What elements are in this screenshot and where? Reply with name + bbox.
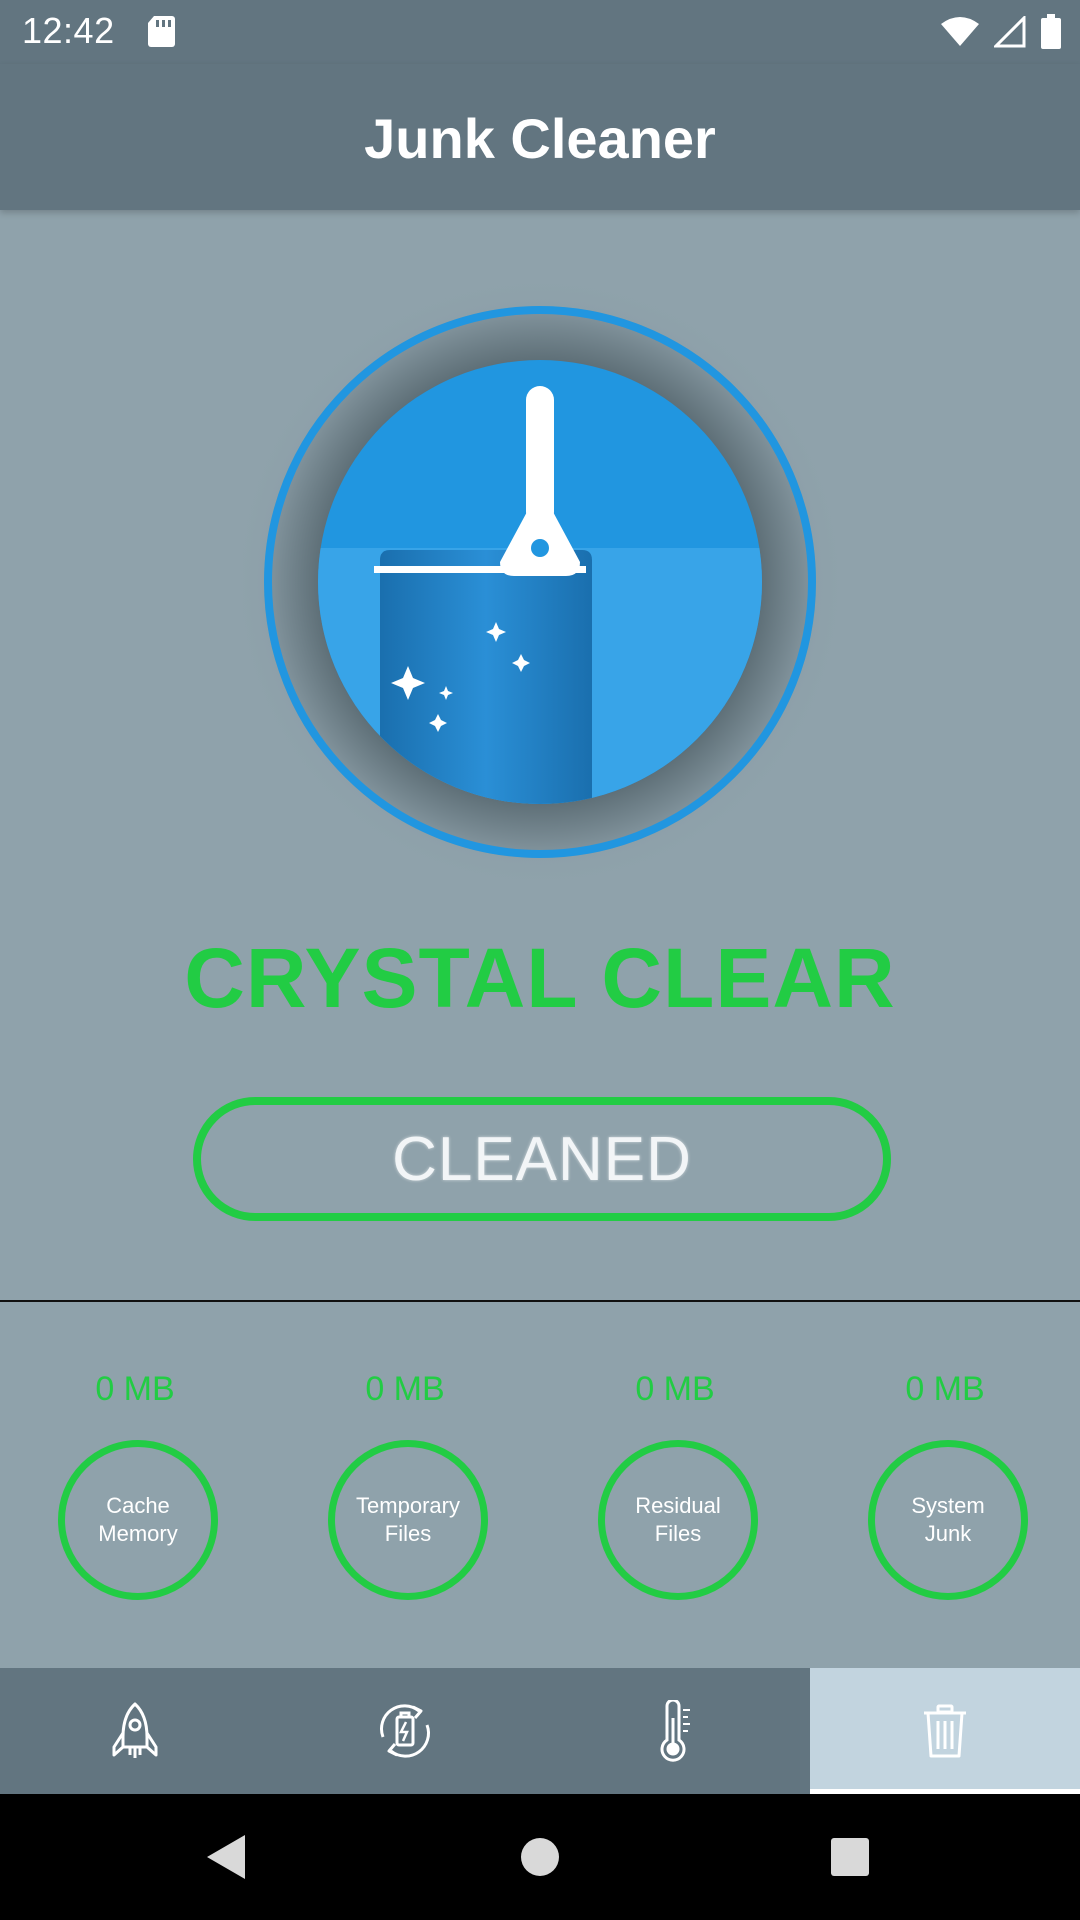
status-bar: 12:42: [0, 0, 1080, 64]
category-temporary-files[interactable]: 0 MB Temporary Files: [270, 1302, 540, 1668]
broom-brush-icon: [228, 270, 852, 894]
nav-tab-booster[interactable]: [0, 1668, 270, 1794]
bottom-nav: [0, 1668, 1080, 1794]
status-headline: CRYSTAL CLEAR: [184, 931, 896, 1025]
category-ring: System Junk: [868, 1440, 1028, 1600]
rocket-icon: [112, 1702, 158, 1758]
nav-tab-battery-saver[interactable]: [270, 1668, 540, 1794]
page-title: Junk Cleaner: [364, 107, 716, 170]
app-bar: Junk Cleaner: [0, 64, 1080, 210]
category-system-junk[interactable]: 0 MB System Junk: [810, 1302, 1080, 1668]
home-button[interactable]: [480, 1794, 600, 1920]
category-size: 0 MB: [95, 1370, 175, 1408]
back-button[interactable]: [165, 1794, 285, 1920]
category-residual-files[interactable]: 0 MB Residual Files: [540, 1302, 810, 1668]
status-time: 12:42: [22, 10, 115, 51]
status-icons: [940, 12, 1062, 52]
battery-refresh-icon: [380, 1704, 430, 1758]
back-icon: [207, 1835, 245, 1879]
category-ring: Residual Files: [598, 1440, 758, 1600]
category-ring: Temporary Files: [328, 1440, 488, 1600]
trash-icon: [924, 1704, 966, 1758]
category-size: 0 MB: [365, 1370, 445, 1408]
cleaned-button[interactable]: CLEANED: [193, 1097, 891, 1221]
sd-card-icon: [148, 16, 175, 47]
junk-categories: 0 MB Cache Memory 0 MB Temporary Files 0…: [0, 1302, 1080, 1668]
category-label: Cache Memory: [98, 1493, 178, 1546]
home-icon: [521, 1838, 559, 1876]
wifi-icon: [941, 17, 979, 46]
cell-signal-icon: [994, 16, 1026, 48]
nav-tab-junk-cleaner[interactable]: [810, 1668, 1080, 1794]
category-size: 0 MB: [635, 1370, 715, 1408]
nav-tab-cpu-cooler[interactable]: [540, 1668, 810, 1794]
category-label: Residual Files: [635, 1493, 721, 1546]
recents-button[interactable]: [790, 1794, 910, 1920]
thermometer-icon: [660, 1700, 690, 1762]
category-size: 0 MB: [905, 1370, 985, 1408]
battery-icon: [1041, 14, 1061, 49]
category-label: Temporary Files: [356, 1493, 460, 1546]
category-ring: Cache Memory: [58, 1440, 218, 1600]
category-cache-memory[interactable]: 0 MB Cache Memory: [0, 1302, 270, 1668]
recents-icon: [831, 1838, 869, 1876]
system-nav-bar: [0, 1794, 1080, 1920]
category-label: System Junk: [911, 1493, 985, 1546]
